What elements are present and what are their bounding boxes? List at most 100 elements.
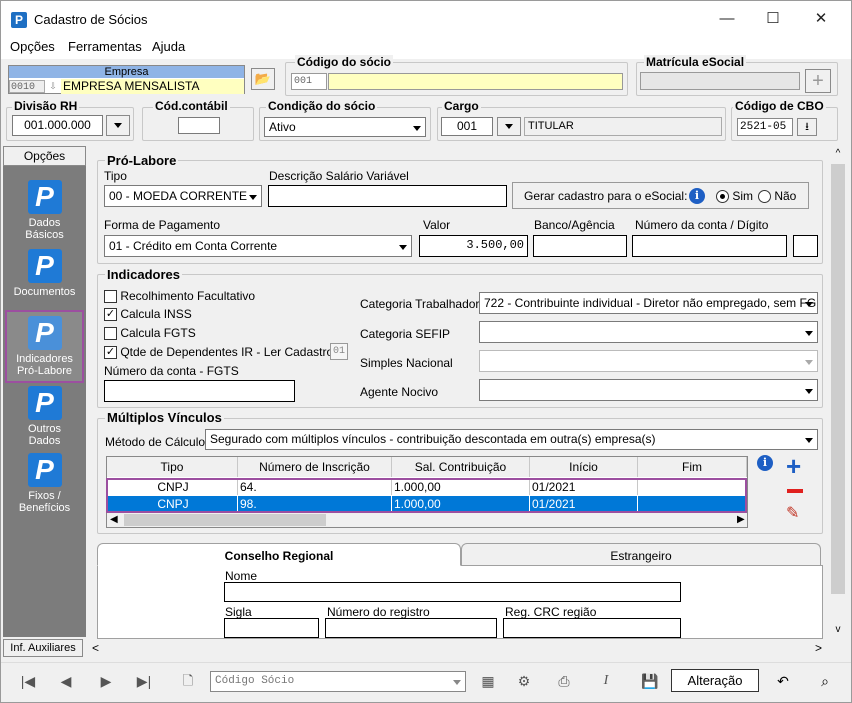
divisao-dropdown-button[interactable] — [106, 115, 130, 136]
menu-ajuda[interactable]: Ajuda — [152, 39, 185, 54]
open-folder-button[interactable]: 📂 — [251, 68, 275, 90]
sidebar-item-dados-basicos[interactable]: P Dados Básicos — [3, 180, 86, 241]
edit-pencil-icon[interactable]: ✎ — [786, 505, 799, 523]
divisao-label: Divisão RH — [12, 99, 80, 113]
undo-icon[interactable]: ↶ — [765, 669, 801, 693]
chevron-down-icon — [805, 360, 813, 365]
cod-contabil-input[interactable] — [178, 117, 220, 134]
cbo-input[interactable]: 2521-05 — [737, 118, 793, 136]
menu-opcoes[interactable]: Opções — [10, 39, 55, 54]
next-record-icon[interactable]: ▶ — [88, 669, 124, 693]
banco-agencia-input[interactable] — [533, 235, 627, 257]
search-code-input[interactable]: Código Sócio — [210, 671, 466, 692]
condicao-select[interactable]: Ativo — [264, 117, 426, 137]
conta-fgts-input[interactable] — [104, 380, 295, 402]
calculator-icon[interactable]: ▦ — [470, 669, 506, 693]
column-header[interactable]: Número de Inscrição — [238, 457, 392, 477]
esocial-nao-radio[interactable]: Não — [758, 189, 796, 204]
forma-pagamento-value: 01 - Crédito em Conta Corrente — [109, 239, 278, 253]
add-matricula-button[interactable]: + — [805, 69, 831, 93]
categoria-trabalhador-select[interactable]: 722 - Contribuinte individual - Diretor … — [479, 292, 818, 314]
multiplos-vinculos-title: Múltiplos Vínculos — [105, 410, 224, 425]
scroll-up-icon[interactable]: ^ — [831, 148, 845, 160]
sidebar-item-fixos-beneficios[interactable]: P Fixos / Benefícios — [3, 453, 86, 514]
tipo-value: 00 - MOEDA CORRENTE — [109, 189, 248, 203]
esocial-sim-radio[interactable]: Sim — [716, 189, 753, 204]
tab-conselho-regional[interactable]: Conselho Regional — [97, 543, 461, 566]
scroll-down-icon[interactable]: v — [831, 624, 845, 636]
numero-registro-input[interactable] — [325, 618, 497, 638]
dependentes-count[interactable]: 01 — [330, 343, 348, 360]
recolhimento-checkbox[interactable]: Recolhimento Facultativo — [104, 289, 256, 304]
cargo-dropdown-button[interactable] — [497, 117, 521, 136]
divisao-input[interactable]: 001.000.000 — [12, 115, 103, 136]
digito-input[interactable] — [793, 235, 818, 257]
chevron-down-icon — [505, 124, 513, 129]
sidebar-item-documentos[interactable]: P Documentos — [3, 249, 86, 298]
previous-record-icon[interactable]: ◀ — [48, 669, 84, 693]
print-icon[interactable]: ⎙ — [546, 669, 582, 693]
column-header[interactable]: Tipo — [107, 457, 238, 477]
simples-nacional-select[interactable] — [479, 350, 818, 372]
menu-ferramentas[interactable]: Ferramentas — [68, 39, 142, 54]
tab-estrangeiro[interactable]: Estrangeiro — [461, 543, 821, 565]
radio-selected-icon — [716, 190, 729, 204]
maximize-button[interactable]: ☐ — [753, 6, 793, 32]
hscroll-thumb[interactable] — [124, 514, 326, 526]
chevron-down-icon — [249, 195, 257, 200]
forma-pagamento-select[interactable]: 01 - Crédito em Conta Corrente — [104, 235, 412, 257]
cargo-code[interactable]: 001 — [441, 117, 493, 136]
italic-icon[interactable]: I — [588, 669, 624, 693]
tipo-select[interactable]: 00 - MOEDA CORRENTE — [104, 185, 262, 207]
valor-label: Valor — [423, 218, 451, 232]
agente-nocivo-select[interactable] — [479, 379, 818, 401]
recolhimento-label: Recolhimento Facultativo — [120, 289, 256, 303]
scroll-right-icon[interactable]: > — [815, 641, 822, 655]
close-button[interactable]: ✕ — [801, 6, 841, 32]
calcula-fgts-checkbox[interactable]: Calcula FGTS — [104, 326, 196, 341]
chevron-down-icon — [453, 680, 461, 685]
valor-input[interactable]: 3.500,00 — [419, 235, 528, 257]
numero-conta-input[interactable] — [632, 235, 787, 257]
info-icon[interactable]: i — [757, 455, 773, 471]
codigo-socio-number[interactable]: 001 — [291, 73, 327, 90]
chevron-down-icon — [114, 123, 122, 128]
dependentes-checkbox[interactable]: ✓ Qtde de Dependentes IR - Ler Cadastro — [104, 345, 333, 360]
crc-regiao-input[interactable] — [503, 618, 681, 638]
scroll-thumb[interactable] — [831, 164, 845, 594]
chevron-down-icon — [805, 302, 813, 307]
remove-row-icon[interactable] — [787, 489, 803, 493]
chevron-down-icon — [413, 126, 421, 131]
binoculars-icon[interactable]: ⌕ — [807, 669, 843, 693]
p-app-icon: P — [27, 386, 62, 420]
sidebar-item-indicadores[interactable]: P Indicadores Pró-Labore — [3, 316, 86, 377]
column-header[interactable]: Sal. Contribuição — [392, 457, 530, 477]
metodo-calculo-select[interactable]: Segurado com múltiplos vínculos - contri… — [205, 429, 818, 450]
scroll-left-icon[interactable]: ◀ — [110, 513, 122, 527]
sigla-input[interactable] — [224, 618, 319, 638]
codigo-socio-input[interactable] — [328, 73, 623, 90]
calcula-inss-checkbox[interactable]: ✓ Calcula INSS — [104, 307, 192, 322]
desc-salario-label: Descrição Salário Variável — [269, 169, 409, 183]
categoria-sefip-select[interactable] — [479, 321, 818, 343]
scroll-left-icon[interactable]: < — [92, 641, 99, 655]
column-header[interactable]: Fim — [638, 457, 747, 477]
settings-icon[interactable]: ⚙ — [506, 669, 542, 693]
new-document-icon[interactable]: 🗋 — [170, 669, 206, 693]
rows-highlight-outline — [106, 478, 747, 513]
scroll-right-icon[interactable]: ▶ — [737, 513, 747, 527]
column-header[interactable]: Início — [530, 457, 638, 477]
content-horizontal-scrollbar[interactable] — [88, 640, 830, 657]
nome-input[interactable] — [224, 582, 681, 602]
sidebar-item-outros-dados[interactable]: P Outros Dados — [3, 386, 86, 447]
desc-salario-input[interactable] — [268, 185, 507, 207]
matricula-input[interactable] — [640, 72, 800, 90]
first-record-icon[interactable]: |◀ — [10, 669, 46, 693]
info-icon[interactable]: i — [689, 188, 705, 204]
last-record-icon[interactable]: ▶| — [126, 669, 162, 693]
save-icon[interactable]: 💾 — [632, 669, 668, 693]
minimize-button[interactable]: — — [707, 6, 747, 32]
add-row-icon[interactable]: + — [786, 453, 801, 479]
cbo-search-button[interactable]: ⭳ — [797, 118, 817, 136]
inf-auxiliares-button[interactable]: Inf. Auxiliares — [3, 639, 83, 657]
